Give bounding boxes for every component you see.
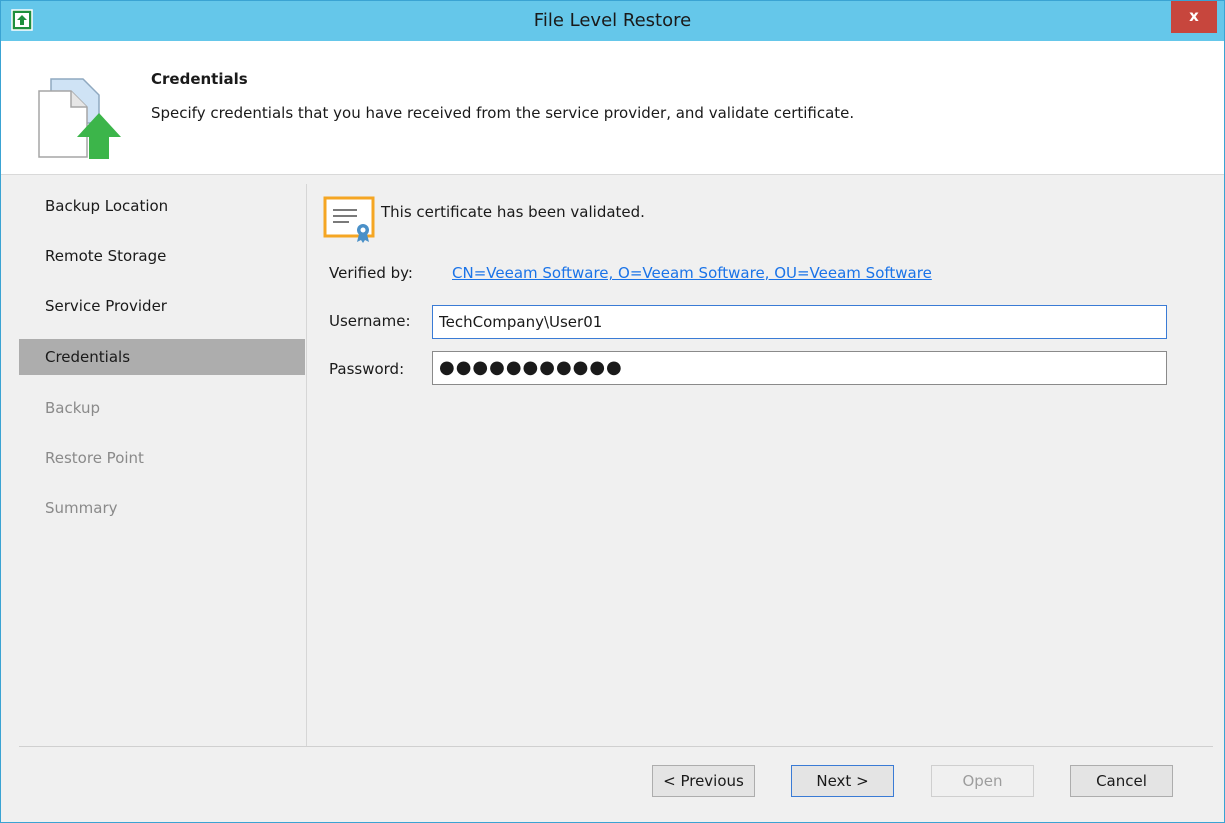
certificate-status: This certificate has been validated. <box>381 203 645 221</box>
step-description: Specify credentials that you have receiv… <box>151 104 855 122</box>
next-button[interactable]: Next > <box>791 765 894 797</box>
file-level-restore-window: File Level Restore x Credentials Specify… <box>0 0 1225 823</box>
step-backup-location[interactable]: Backup Location <box>19 188 305 224</box>
step-summary: Summary <box>45 499 118 517</box>
username-field[interactable] <box>432 305 1167 339</box>
title-bar[interactable]: File Level Restore x <box>1 1 1224 41</box>
window-title: File Level Restore <box>533 10 692 31</box>
wizard-header: Credentials Specify credentials that you… <box>1 41 1224 175</box>
close-button[interactable]: x <box>1171 1 1217 33</box>
restore-file-icon <box>38 78 121 159</box>
credentials-panel: This certificate has been validated. Ver… <box>307 184 1213 746</box>
password-label: Password: <box>329 360 405 378</box>
step-remote-storage[interactable]: Remote Storage <box>19 238 305 274</box>
step-title: Credentials <box>151 70 248 88</box>
cancel-button[interactable]: Cancel <box>1070 765 1173 797</box>
password-field[interactable]: ●●●●●●●●●●● <box>432 351 1167 385</box>
certificate-icon <box>323 196 375 243</box>
verified-by-label: Verified by: <box>329 264 413 282</box>
verified-by-link[interactable]: CN=Veeam Software, O=Veeam Software, OU=… <box>452 264 932 282</box>
previous-button[interactable]: < Previous <box>652 765 755 797</box>
open-button: Open <box>931 765 1034 797</box>
step-service-provider[interactable]: Service Provider <box>19 288 305 324</box>
step-backup: Backup <box>45 399 100 417</box>
step-credentials[interactable]: Credentials <box>19 339 305 375</box>
step-restore-point: Restore Point <box>45 449 144 467</box>
wizard-steps: Backup Location Remote Storage Service P… <box>19 184 305 746</box>
footer-divider <box>19 746 1213 747</box>
username-label: Username: <box>329 312 411 330</box>
